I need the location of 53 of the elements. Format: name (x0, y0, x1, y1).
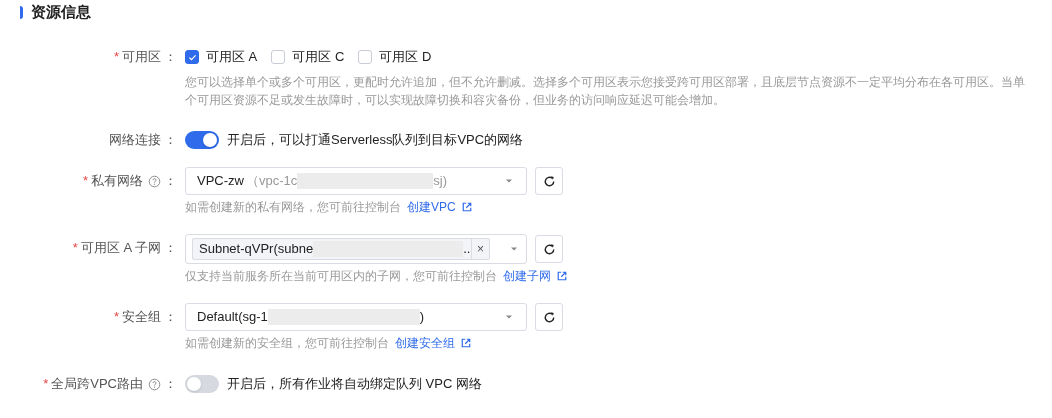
help-icon[interactable] (148, 174, 161, 188)
checkbox[interactable] (185, 50, 199, 64)
label-colon: ： (164, 308, 177, 327)
field-label: 网络连接 (109, 131, 161, 150)
label-colon: ： (164, 172, 177, 191)
label-colon: ： (164, 239, 177, 258)
external-link-icon (460, 201, 473, 213)
help-text: 如需创建新的安全组，您可前往控制台 (185, 335, 389, 352)
select-value-detail: ) (419, 308, 425, 327)
external-link-icon (460, 337, 472, 349)
required-mark: * (72, 239, 78, 258)
refresh-button[interactable] (535, 167, 563, 195)
help-icon[interactable] (148, 377, 161, 391)
external-link-icon (556, 270, 568, 282)
select-field[interactable]: VPC-zw（vpc-1c sj) (185, 167, 527, 195)
label-colon: ： (164, 48, 177, 67)
refresh-button[interactable] (535, 235, 563, 263)
label-colon: ： (164, 131, 177, 150)
create-link[interactable]: 创建安全组 (395, 334, 472, 352)
section-title: 资源信息 (31, 2, 91, 23)
tag-remove-button[interactable]: × (471, 239, 489, 259)
required-mark: * (113, 48, 119, 67)
toggle-switch[interactable] (185, 131, 219, 149)
field-label: 全局跨VPC路由 (51, 375, 143, 394)
select-value: Default(sg-1 (197, 308, 268, 327)
field-label: 可用区 A 子网 (80, 239, 161, 258)
select-value-detail: sj) (433, 172, 447, 191)
select-value: VPC-zw (197, 172, 244, 191)
required-mark: * (82, 172, 88, 191)
select-field[interactable]: Subnet-qVPr(subne .. × (185, 234, 527, 264)
switch-description: 开启后，所有作业将自动绑定队列 VPC 网络 (227, 375, 482, 394)
required-mark: * (43, 375, 49, 394)
required-mark: * (113, 308, 119, 327)
checkbox-label[interactable]: 可用区 D (379, 47, 432, 67)
help-text: 仅支持当前服务所在当前可用区内的子网，您可前往控制台 (185, 268, 497, 285)
help-text: 您可以选择单个或多个可用区，更配时允许追加，但不允许删减。选择多个可用区表示您接受跨可用区部署，且底层节点资源不一定平均分布在各可用区。当单个可用区资源不足或发生故障时，可以实现故障切换和容灾备份，但业务的访问响应延迟可能会增加。 (185, 74, 1026, 109)
tag-text: Subnet-qVPr(subne (199, 240, 314, 259)
section-marker (20, 6, 23, 19)
create-link[interactable]: 创建子网 (503, 267, 568, 285)
help-text: 如需创建新的私有网络，您可前往控制台 (185, 199, 401, 216)
label-colon: ： (164, 375, 177, 394)
checkbox-label[interactable]: 可用区 C (292, 47, 345, 67)
switch-description: 开启后，可以打通Serverless队列到目标VPC的网络 (227, 131, 524, 150)
checkbox-label[interactable]: 可用区 A (206, 47, 258, 67)
field-label: 安全组 (122, 308, 161, 327)
field-label: 私有网络 (91, 172, 143, 191)
field-label: 可用区 (122, 48, 161, 67)
select-value-detail: （vpc-1c (245, 172, 298, 191)
tag-text: .. (463, 240, 471, 259)
refresh-button[interactable] (535, 303, 563, 331)
select-field[interactable]: Default(sg-1 ) (185, 303, 527, 331)
create-link[interactable]: 创建VPC (407, 198, 473, 216)
toggle-switch[interactable] (185, 375, 219, 393)
